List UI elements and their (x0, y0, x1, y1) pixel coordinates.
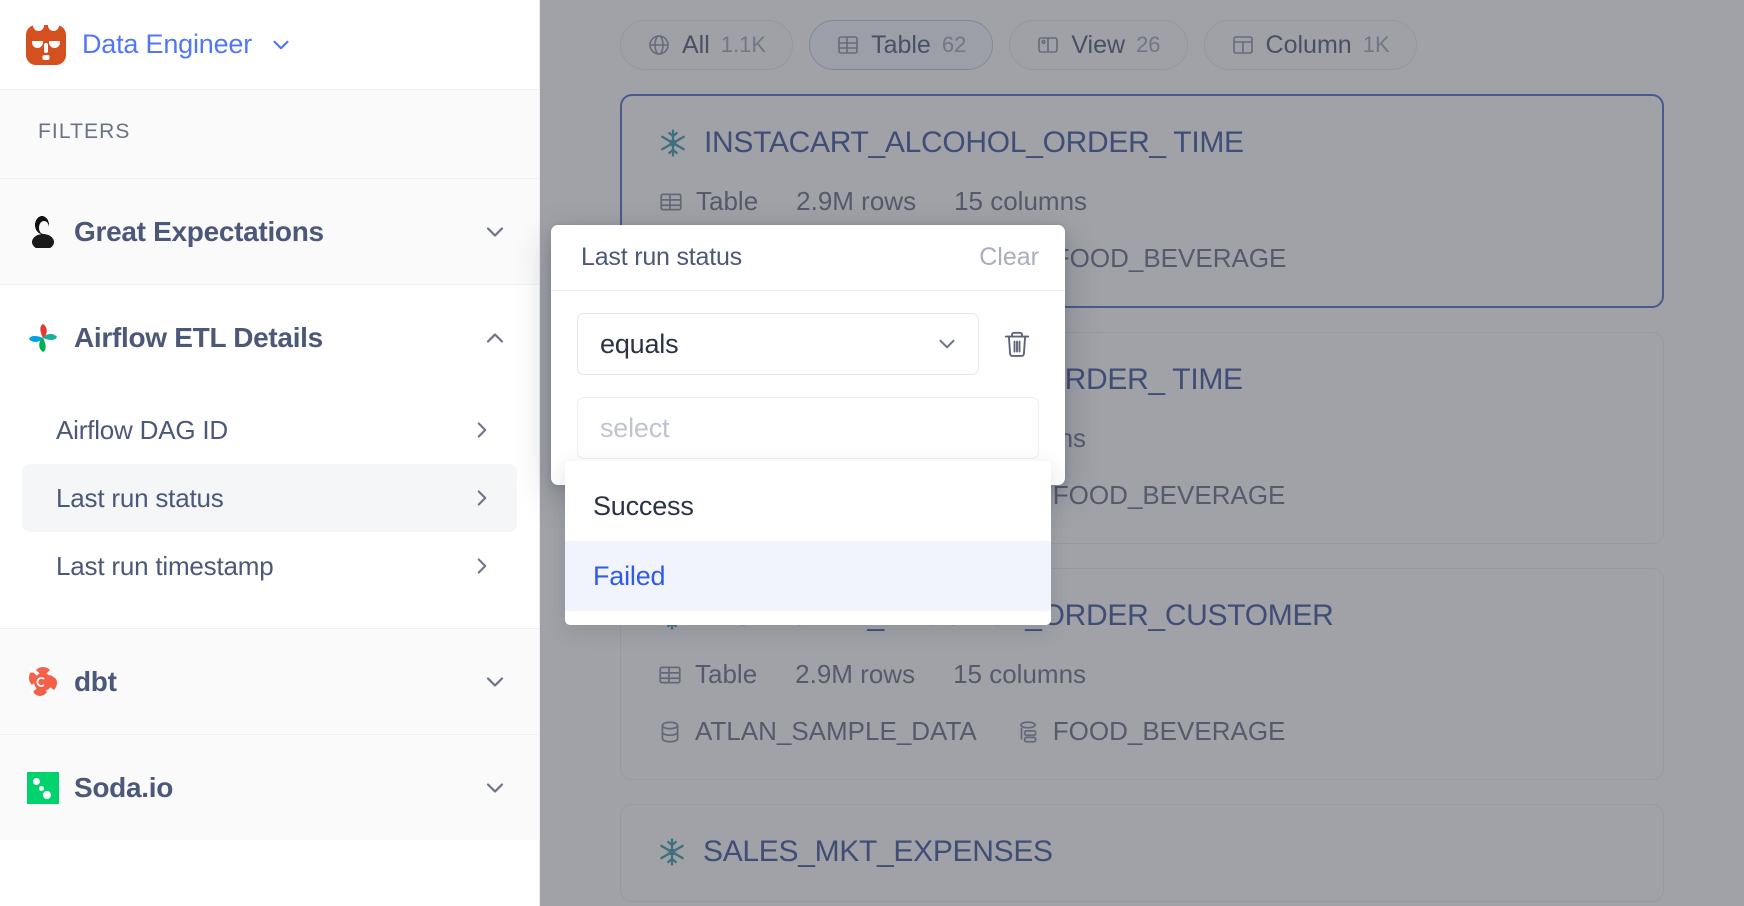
great-expectations-icon (26, 215, 60, 249)
option-success[interactable]: Success (565, 471, 1051, 541)
filter-popup: Last run status Clear equals select Succ… (551, 225, 1065, 625)
sidebar-item-airflow-dag-id[interactable]: Airflow DAG ID (22, 396, 517, 464)
option-label: Failed (593, 560, 666, 591)
dbt-icon (26, 665, 60, 699)
chevron-right-icon[interactable] (469, 417, 495, 443)
chevron-down-icon[interactable] (481, 774, 509, 802)
atlan-logo-icon (26, 24, 66, 65)
sidebar-section-label: Airflow ETL Details (74, 321, 323, 353)
option-failed[interactable]: Failed (565, 541, 1051, 611)
chevron-down-icon[interactable] (481, 668, 509, 696)
sidebar-section-soda-io[interactable]: Soda.io (0, 734, 539, 840)
chevron-down-icon[interactable] (934, 331, 960, 357)
operator-select[interactable]: equals (577, 313, 979, 375)
trash-icon[interactable] (995, 318, 1039, 370)
filter-popup-title: Last run status (581, 243, 742, 271)
sidebar-item-label: Airflow DAG ID (56, 414, 229, 445)
chevron-down-icon[interactable] (481, 218, 509, 246)
filter-popup-header: Last run status Clear (551, 225, 1065, 291)
airflow-filter-list: Airflow DAG ID Last run status Last run … (0, 390, 539, 628)
value-select-input[interactable]: select (577, 397, 1039, 459)
sidebar-section-label: dbt (74, 665, 117, 697)
clear-button[interactable]: Clear (979, 243, 1039, 272)
sidebar-item-last-run-status[interactable]: Last run status (22, 464, 517, 532)
option-label: Success (593, 490, 694, 521)
sidebar-section-airflow-etl-details[interactable]: Airflow ETL Details (0, 284, 539, 390)
sidebar-section-label: Soda.io (74, 771, 174, 803)
app-root: Data Engineer FILTERS Great Expectations (0, 0, 1744, 906)
filter-popup-body: equals select (551, 291, 1065, 485)
sidebar-item-label: Last run timestamp (56, 550, 274, 581)
filters-heading: FILTERS (0, 90, 539, 178)
sidebar-item-label: Last run status (56, 482, 224, 513)
sidebar-item-last-run-timestamp[interactable]: Last run timestamp (22, 532, 517, 600)
filters-sidebar: Data Engineer FILTERS Great Expectations (0, 0, 540, 906)
value-options-dropdown: Success Failed (565, 461, 1051, 625)
chevron-up-icon[interactable] (481, 324, 509, 352)
airflow-icon (26, 321, 60, 355)
chevron-down-icon[interactable] (268, 32, 294, 58)
workspace-header[interactable]: Data Engineer (0, 0, 539, 90)
operator-value: equals (600, 328, 679, 359)
chevron-right-icon[interactable] (469, 485, 495, 511)
chevron-right-icon[interactable] (469, 553, 495, 579)
soda-io-icon (26, 771, 60, 805)
workspace-name: Data Engineer (82, 29, 253, 59)
sidebar-section-great-expectations[interactable]: Great Expectations (0, 178, 539, 284)
operator-row: equals (577, 313, 1039, 375)
sidebar-section-label: Great Expectations (74, 215, 324, 247)
sidebar-section-dbt[interactable]: dbt (0, 628, 539, 734)
value-placeholder: select (600, 412, 670, 443)
